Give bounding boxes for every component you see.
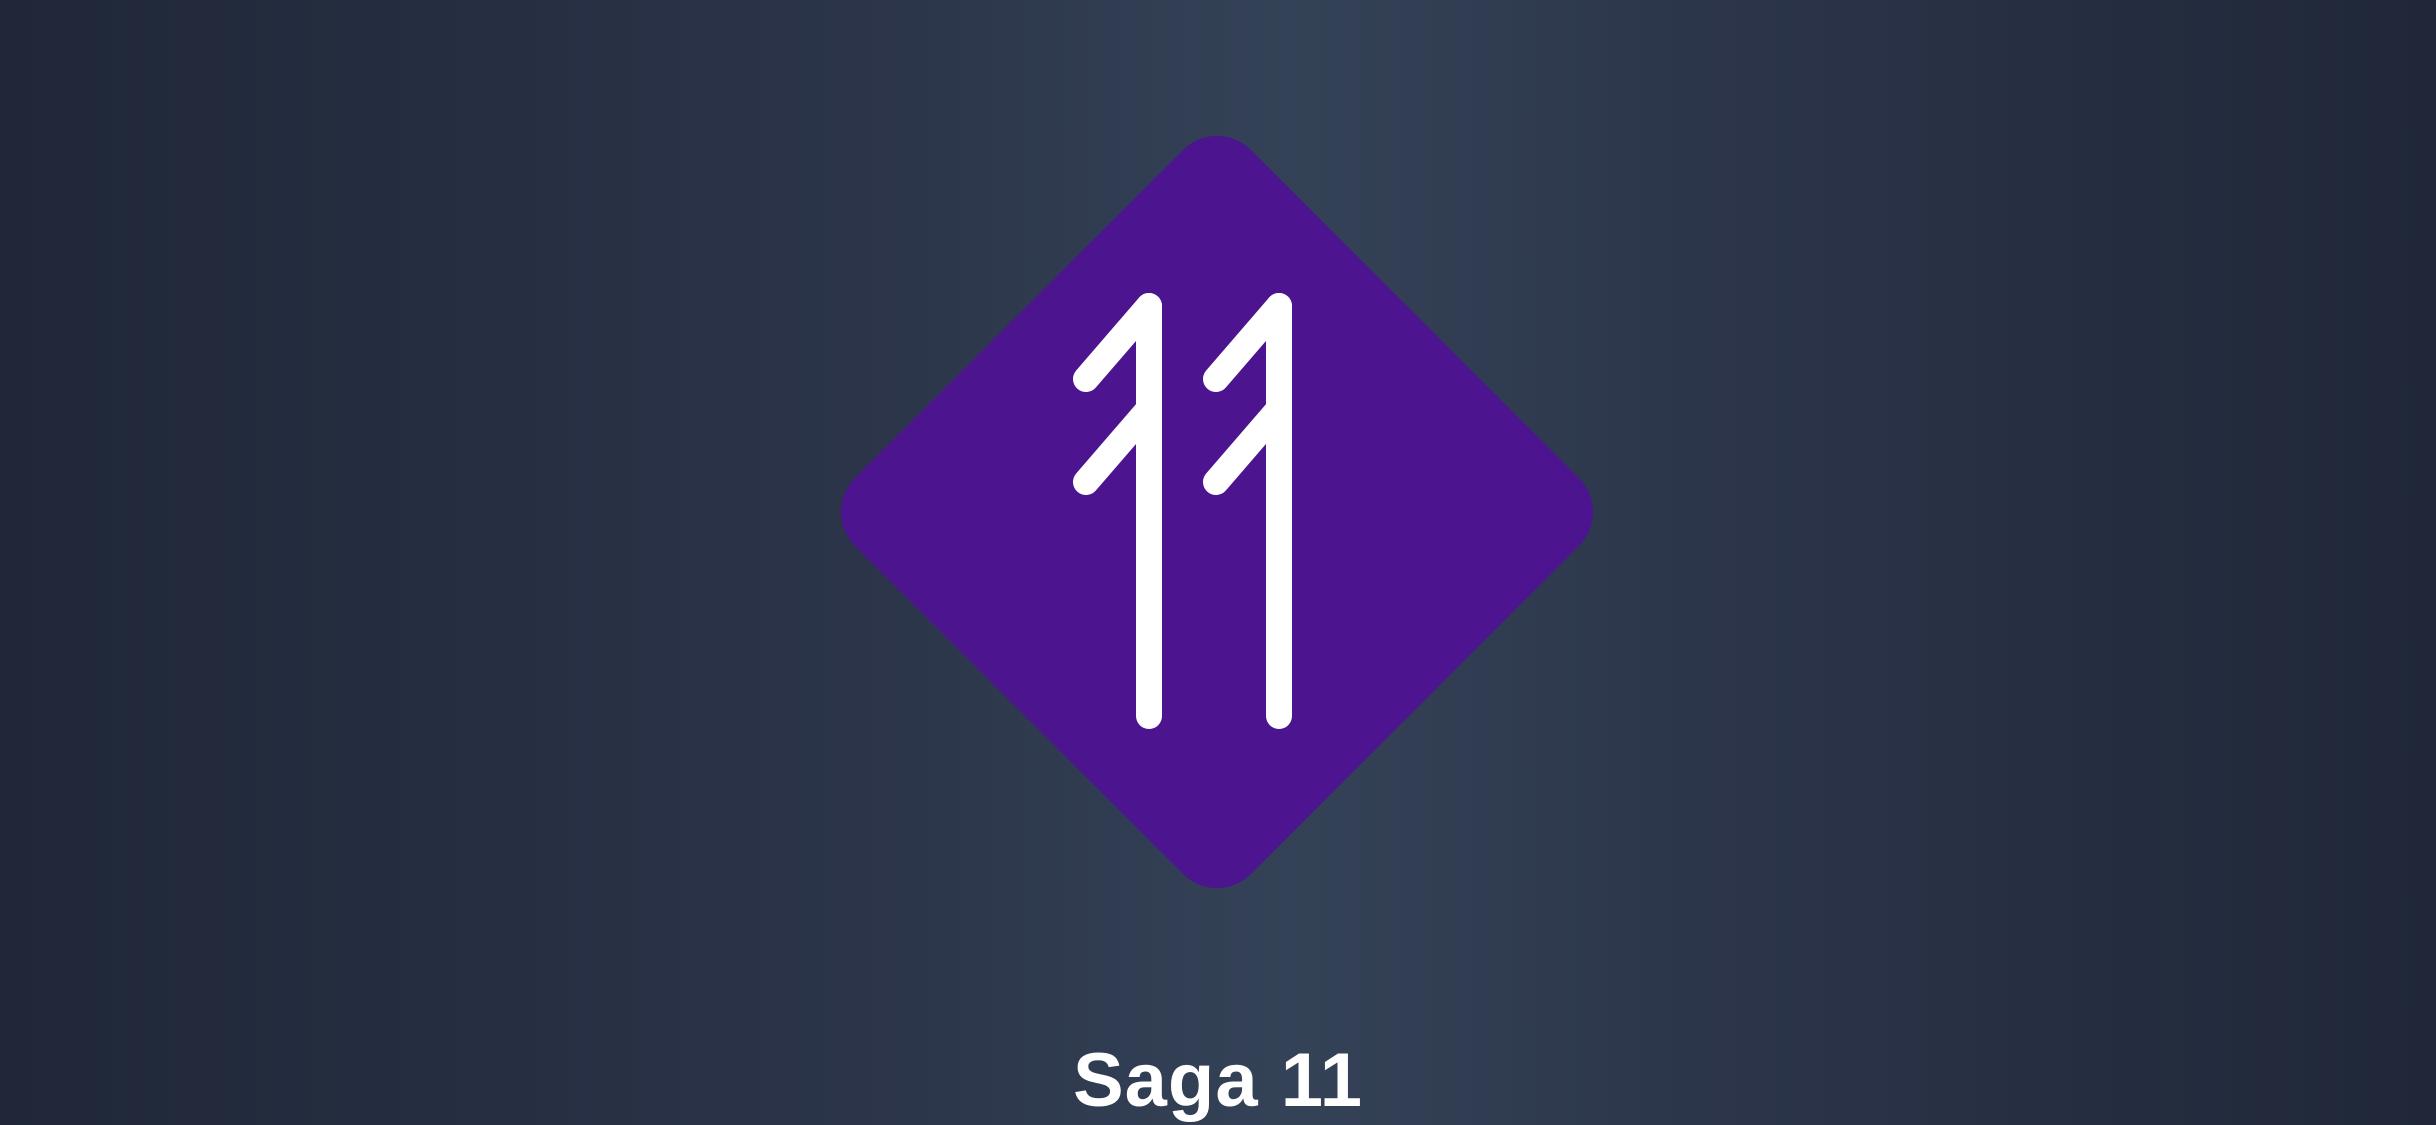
logo-diamond-badge <box>840 135 1594 889</box>
saga-11-logo <box>771 66 1663 958</box>
saga-11-rune-logo-icon <box>840 135 1594 889</box>
page-title: Saga 11 <box>1072 1038 1364 1123</box>
